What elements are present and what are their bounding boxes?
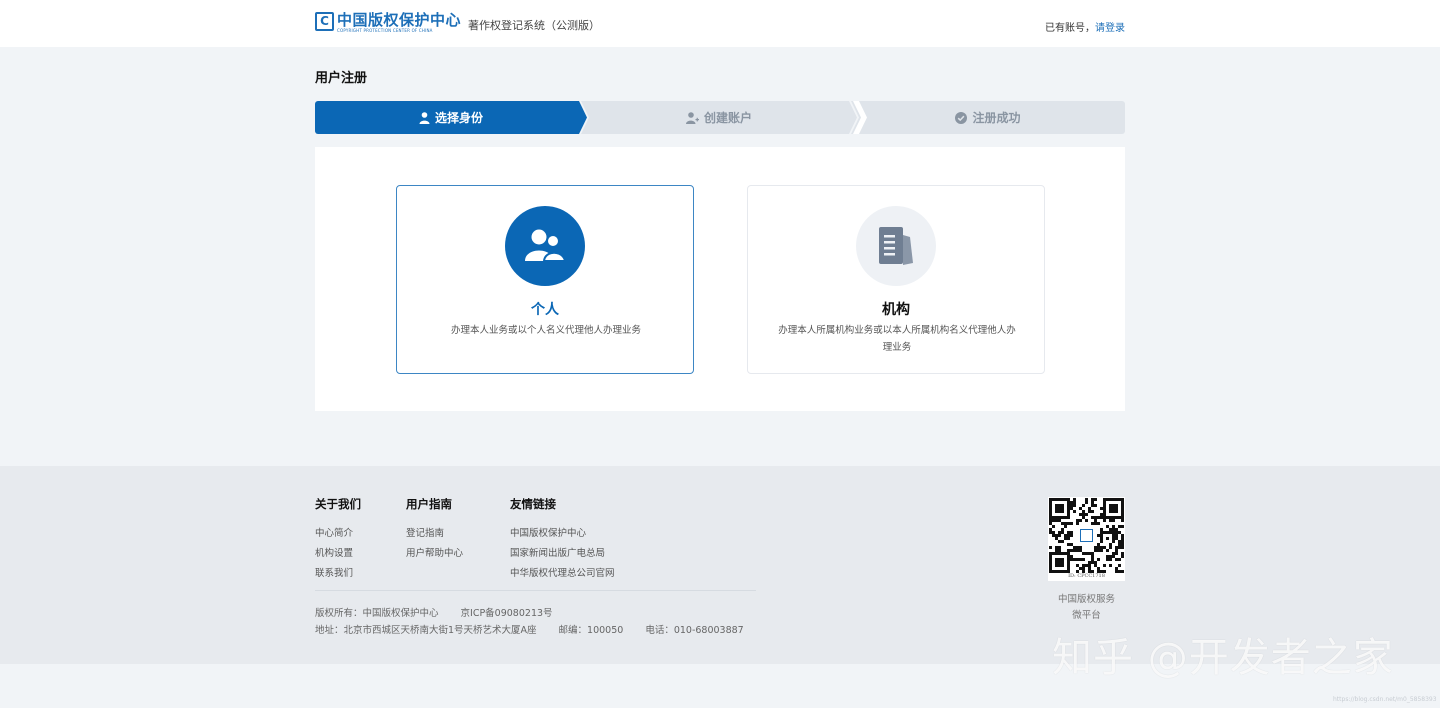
- qr-caption-sub: 微平台: [1072, 610, 1101, 621]
- login-prompt: 已有账号，: [1045, 23, 1095, 34]
- organization-icon-circle: [856, 206, 936, 286]
- copyright-logo-icon: C: [315, 12, 334, 31]
- users-icon: [525, 229, 566, 262]
- system-name: 著作权登记系统（公测版）: [468, 19, 600, 32]
- watermark-url: https://blog.csdn.net/m0_5858393: [1333, 696, 1437, 703]
- watermark: 知乎 @开发者之家: [1052, 635, 1394, 681]
- footer-link[interactable]: 登记指南: [406, 524, 463, 544]
- footer-link[interactable]: 中心简介: [315, 524, 361, 544]
- card-description: 办理本人所属机构业务或以本人所属机构名义代理他人办理业务: [778, 325, 1016, 353]
- card-title: 个人: [531, 302, 559, 318]
- personal-icon-circle: [505, 206, 585, 286]
- footer-link[interactable]: 机构设置: [315, 544, 361, 564]
- postcode: 邮编：100050: [558, 625, 624, 636]
- footer-divider: [315, 590, 756, 591]
- step-label: 选择身份: [434, 111, 483, 125]
- address: 地址：北京市西城区天桥南大街1号天桥艺术大厦A座: [315, 625, 537, 636]
- logo-cn-text: 中国版权保护中心: [337, 11, 462, 29]
- identity-card-personal[interactable]: 个人 办理本人业务或以个人名义代理他人办理业务: [396, 185, 694, 374]
- footer-column-guide: 用户指南 登记指南 用户帮助中心: [406, 496, 463, 564]
- step-label: 注册成功: [972, 111, 1021, 125]
- cpcc-logo[interactable]: C 中国版权保护中心 COPYRIGHT PROTECTION CENTER O…: [315, 12, 461, 33]
- copyright-line-1: 版权所有：中国版权保护中心 京ICP备09080213号: [315, 605, 766, 622]
- user-icon: [419, 112, 430, 124]
- footer-link[interactable]: 用户帮助中心: [406, 544, 463, 564]
- check-circle-icon: [955, 111, 968, 124]
- login-link[interactable]: 请登录: [1095, 23, 1125, 34]
- footer-column-title: 用户指南: [406, 497, 452, 511]
- page-title: 用户注册: [315, 71, 368, 86]
- copyright-line-2: 地址：北京市西城区天桥南大街1号天桥艺术大厦A座 邮编：100050 电话：010-…: [315, 622, 766, 639]
- card-description: 办理本人业务或以个人名义代理他人办理业务: [450, 325, 641, 336]
- identity-panel: 个人 办理本人业务或以个人名义代理他人办理业务 机构 办理本人所属机构业务或以本…: [315, 147, 1125, 411]
- qr-caption: 中国版权服务: [1057, 594, 1115, 605]
- footer-link[interactable]: 联系我们: [315, 564, 361, 584]
- footer-column-links: 友情链接 中国版权保护中心 国家新闻出版广电总局 中华版权代理总公司官网: [510, 496, 615, 584]
- identity-card-organization[interactable]: 机构 办理本人所属机构业务或以本人所属机构名义代理他人办理业务: [747, 185, 1045, 374]
- logo-text: 中国版权保护中心 COPYRIGHT PROTECTION CENTER OF …: [337, 12, 461, 33]
- qr-code: ID: CPCC1718: [1048, 497, 1125, 581]
- icp-number[interactable]: 京ICP备09080213号: [461, 608, 553, 619]
- step-success: 注册成功: [851, 101, 1125, 134]
- phone: 电话：010-68003887: [645, 625, 744, 636]
- card-title: 机构: [882, 302, 910, 318]
- document-icon: [879, 227, 913, 265]
- registration-steps: 选择身份 创建账户 注册成功: [315, 101, 1125, 134]
- step-label: 创建账户: [703, 111, 752, 125]
- footer-column-title: 友情链接: [510, 497, 556, 511]
- login-area: 已有账号，请登录: [1045, 19, 1125, 34]
- user-add-icon: [686, 112, 699, 124]
- qr-id: ID: CPCC1718: [1068, 573, 1105, 579]
- footer-link[interactable]: 中华版权代理总公司官网: [510, 564, 615, 584]
- step-choose-identity: 选择身份: [315, 101, 587, 134]
- qr-code-icon: [1049, 498, 1124, 573]
- copyright-owner: 版权所有：中国版权保护中心: [315, 608, 439, 619]
- footer-column-about: 关于我们 中心简介 机构设置 联系我们: [315, 496, 361, 584]
- footer-link[interactable]: 国家新闻出版广电总局: [510, 544, 615, 564]
- step-create-account: 创建账户: [581, 101, 857, 134]
- footer-copyright: 版权所有：中国版权保护中心 京ICP备09080213号 地址：北京市西城区天桥南…: [315, 605, 766, 639]
- footer-column-title: 关于我们: [315, 497, 361, 511]
- footer-link[interactable]: 中国版权保护中心: [510, 524, 615, 544]
- top-header: C 中国版权保护中心 COPYRIGHT PROTECTION CENTER O…: [0, 0, 1440, 47]
